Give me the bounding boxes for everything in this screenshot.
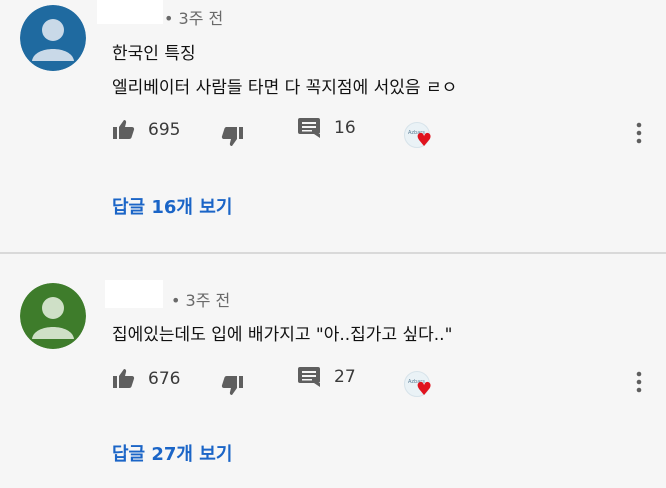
thumb-down-icon — [221, 376, 243, 395]
heart-icon: ♥ — [416, 130, 433, 151]
author-name-redacted[interactable] — [105, 280, 163, 308]
thumb-up-icon — [113, 120, 135, 139]
comment-text-line: 집에있는데도 입에 배가지고 "아..집가고 싶다.." — [112, 325, 453, 345]
comment-divider — [0, 252, 666, 254]
reply-button[interactable]: 16 — [298, 118, 356, 138]
dislike-button[interactable] — [220, 124, 244, 148]
comment-actions: 695 16 Azbars ♥ — [112, 118, 662, 150]
comment-icon — [298, 118, 320, 138]
creator-heart-badge: Azbars ♥ — [404, 122, 438, 152]
comment-item-2: • 3주 전 집에있는데도 입에 배가지고 "아..집가고 싶다.." 676 — [0, 255, 666, 488]
like-count: 676 — [148, 369, 181, 389]
more-options-button[interactable] — [636, 371, 642, 393]
more-vertical-icon — [636, 122, 642, 144]
view-replies-link[interactable]: 답글 27개 보기 — [112, 440, 232, 466]
avatar[interactable] — [20, 5, 86, 71]
reply-count: 16 — [334, 118, 356, 138]
more-vertical-icon — [636, 371, 642, 393]
user-avatar-icon — [20, 283, 86, 349]
creator-heart-badge: Azbars ♥ — [404, 371, 438, 401]
heart-icon: ♥ — [416, 379, 433, 400]
comment-text-line: 한국인 특징 — [112, 44, 196, 64]
like-button[interactable]: 695 — [112, 118, 180, 142]
like-count: 695 — [148, 120, 181, 140]
like-button[interactable]: 676 — [112, 367, 180, 391]
author-name-redacted[interactable] — [97, 0, 163, 24]
thumb-up-icon — [113, 369, 135, 388]
comment-text-line: 엘리베이터 사람들 타면 다 꼭지점에 서있음 ㄹㅇ — [112, 78, 458, 98]
user-avatar-icon — [20, 5, 86, 71]
dislike-button[interactable] — [220, 373, 244, 397]
comment-timestamp: • 3주 전 — [171, 291, 231, 310]
comment-item-1: • 3주 전 한국인 특징 엘리베이터 사람들 타면 다 꼭지점에 서있음 ㄹㅇ… — [0, 0, 666, 252]
more-options-button[interactable] — [636, 122, 642, 144]
comment-icon — [298, 367, 320, 387]
thumb-down-icon — [221, 127, 243, 146]
avatar[interactable] — [20, 283, 86, 349]
comment-timestamp: • 3주 전 — [164, 9, 224, 28]
reply-button[interactable]: 27 — [298, 367, 356, 387]
reply-count: 27 — [334, 367, 356, 387]
view-replies-link[interactable]: 답글 16개 보기 — [112, 193, 232, 219]
comment-actions: 676 27 Azbars ♥ — [112, 367, 662, 399]
